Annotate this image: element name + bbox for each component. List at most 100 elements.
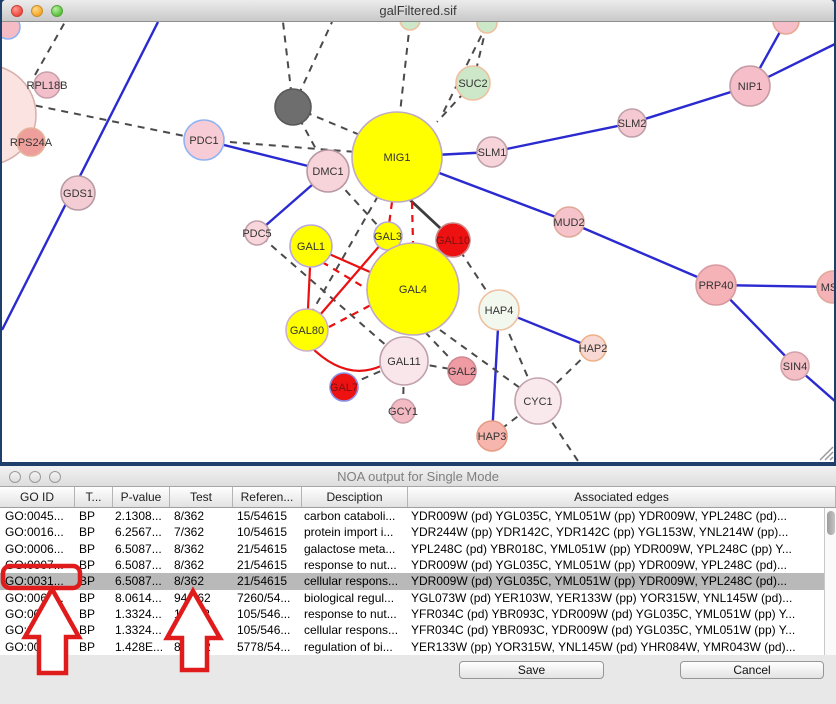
vertical-scrollbar[interactable] [824, 508, 836, 655]
cell-p_value: 1.428E... [113, 639, 170, 655]
cell-description: protein import i... [302, 524, 408, 540]
cell-description: cellular respons... [302, 622, 408, 638]
table-row[interactable]: GO:0007...BP6.5087...8/36221/54615respon… [0, 557, 836, 573]
table-row[interactable]: GO:0050...BP1.428E...80/3625778/54...reg… [0, 639, 836, 655]
column-header-description[interactable]: Desciption [302, 487, 408, 507]
column-header-test[interactable]: Test [170, 487, 233, 507]
noa-window-title: NOA output for Single Mode [337, 469, 499, 484]
cancel-button[interactable]: Cancel [680, 661, 824, 679]
cell-description: response to nut... [302, 606, 408, 622]
zoom-button[interactable] [49, 471, 61, 483]
cell-reference: 15/54615 [233, 508, 302, 524]
close-button[interactable] [9, 471, 21, 483]
traffic-lights [11, 0, 63, 22]
network-node-trpink[interactable] [773, 22, 799, 34]
network-node-graynode[interactable] [275, 89, 311, 125]
network-node-label: GAL4 [399, 284, 427, 296]
cell-go_id: GO:0031... [0, 573, 75, 589]
table-row[interactable]: GO:0065...BP8.0614...94/3627260/54...bio… [0, 590, 836, 606]
network-edge [309, 345, 381, 371]
cell-edges: YFR034C (pd) YBR093C, YDR009W (pd) YGL03… [408, 622, 836, 638]
network-window: galFiltered.sif RPL18BRPS24AGDS1PDC1DMC1… [2, 0, 834, 462]
minimize-button[interactable] [31, 5, 43, 17]
column-header-reference[interactable]: Referen... [233, 487, 302, 507]
network-node-label: MIG1 [384, 152, 411, 164]
cell-go_id: GO:0031... [0, 606, 75, 622]
network-node-topgreen1[interactable] [400, 22, 420, 30]
table-row[interactable]: GO:0016...BP6.2567...7/36210/54615protei… [0, 524, 836, 540]
resize-grip-icon[interactable] [820, 447, 833, 460]
cell-edges: YGL073W (pd) YER103W, YER133W (pp) YOR31… [408, 590, 836, 606]
network-node-label: SLM1 [478, 147, 507, 159]
cell-edges: YDR009W (pd) YGL035C, YML051W (pp) YDR00… [408, 573, 836, 589]
network-edge [400, 22, 410, 113]
table-row[interactable]: GO:0031...BP1.3324...11/362105/546...res… [0, 606, 836, 622]
network-node-label: GAL80 [290, 325, 324, 337]
cell-go_id: GO:0006... [0, 541, 75, 557]
cell-go_id: GO:0065... [0, 590, 75, 606]
cell-edges: YDR009W (pd) YGL035C, YML051W (pp) YDR00… [408, 508, 836, 524]
close-button[interactable] [11, 5, 23, 17]
network-node-tlpink[interactable] [2, 22, 20, 39]
cell-description: galactose meta... [302, 541, 408, 557]
network-node-label: HAP3 [478, 431, 507, 443]
column-header-go_id[interactable]: GO ID [0, 487, 75, 507]
network-edge [322, 262, 372, 292]
minimize-button[interactable] [29, 471, 41, 483]
network-canvas[interactable]: RPL18BRPS24AGDS1PDC1DMC1MIG1SUC2SLM1SLM2… [2, 22, 834, 462]
cell-description: response to nut... [302, 557, 408, 573]
network-node-label: SUC2 [458, 78, 487, 90]
table-row[interactable]: GO:0006...BP6.5087...8/36221/54615galact… [0, 541, 836, 557]
noa-window-titlebar[interactable]: NOA output for Single Mode [0, 466, 836, 487]
zoom-button[interactable] [51, 5, 63, 17]
cell-type: BP [75, 606, 113, 622]
network-node-label: HAP2 [579, 343, 608, 355]
cell-reference: 21/54615 [233, 557, 302, 573]
cell-reference: 7260/54... [233, 590, 302, 606]
network-window-titlebar[interactable]: galFiltered.sif [2, 0, 834, 22]
cell-p_value: 8.0614... [113, 590, 170, 606]
cell-reference: 10/54615 [233, 524, 302, 540]
column-header-type[interactable]: T... [75, 487, 113, 507]
cell-type: BP [75, 639, 113, 655]
scrollbar-thumb[interactable] [827, 511, 835, 535]
traffic-lights-inactive [9, 466, 61, 488]
network-edge [412, 202, 413, 243]
network-edge [492, 123, 632, 152]
cell-type: BP [75, 622, 113, 638]
network-window-title: galFiltered.sif [379, 3, 456, 18]
cell-type: BP [75, 590, 113, 606]
button-panel: Save Cancel [0, 655, 836, 704]
cell-reference: 105/546... [233, 622, 302, 638]
network-node-label: HAP4 [485, 305, 514, 317]
save-button[interactable]: Save [459, 661, 604, 679]
noa-table-body: GO:0045...BP2.1308...8/36215/54615carbon… [0, 508, 836, 655]
cell-test: 8/362 [170, 541, 233, 557]
network-node-label: PDC1 [189, 135, 218, 147]
cell-go_id: GO:0007... [0, 557, 75, 573]
cell-type: BP [75, 524, 113, 540]
cell-p_value: 1.3324... [113, 606, 170, 622]
network-node-topgreen2[interactable] [477, 22, 497, 33]
network-node-label: GCY1 [388, 406, 418, 418]
cell-go_id: GO:0016... [0, 524, 75, 540]
column-header-p_value[interactable]: P-value [113, 487, 170, 507]
noa-window: NOA output for Single Mode GO IDT...P-va… [0, 466, 836, 704]
network-node-label: PRP40 [699, 280, 734, 292]
cell-test: 80/362 [170, 639, 233, 655]
table-row[interactable]: GO:0031...BP6.5087...8/36221/54615cellul… [0, 573, 836, 589]
cell-description: carbon cataboli... [302, 508, 408, 524]
cell-test: 8/362 [170, 573, 233, 589]
network-edge [329, 305, 371, 327]
cell-edges: YER133W (pp) YOR315W, YNL145W (pd) YHR08… [408, 639, 836, 655]
table-row[interactable]: GO:0031...BP1.3324...11/362105/546...cel… [0, 622, 836, 638]
cell-p_value: 1.3324... [113, 622, 170, 638]
table-row[interactable]: GO:0045...BP2.1308...8/36215/54615carbon… [0, 508, 836, 524]
network-node-label: NIP1 [738, 81, 762, 93]
column-header-edges[interactable]: Associated edges [408, 487, 836, 507]
cell-description: cellular respons... [302, 573, 408, 589]
network-node-label: DMC1 [312, 166, 343, 178]
cell-go_id: GO:0045... [0, 508, 75, 524]
network-node-label: RPL18B [27, 80, 68, 92]
network-node-label: MUD2 [553, 217, 584, 229]
